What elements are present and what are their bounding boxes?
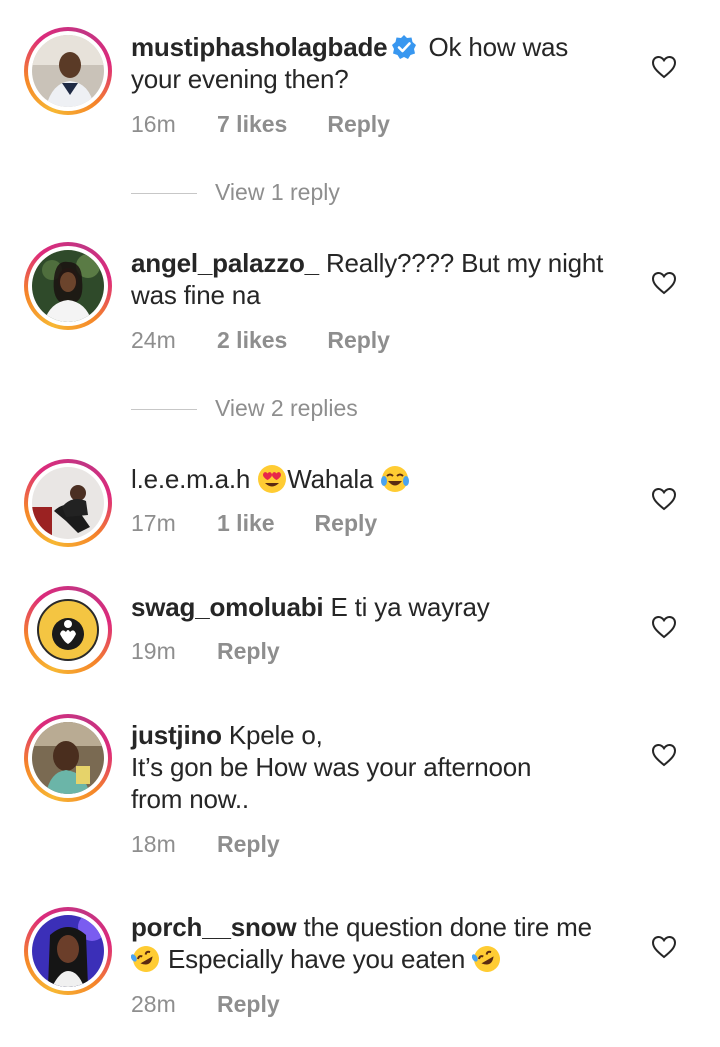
comment-text: porch__snow the question done tire me Es… [131,911,631,975]
reply-button[interactable]: Reply [217,830,280,858]
avatar[interactable] [24,242,112,330]
comment-body: Especially have you eaten [168,944,466,974]
comment-body: the question done tire me [303,912,592,942]
username[interactable]: porch__snow [131,912,297,942]
avatar[interactable] [24,586,112,674]
reply-button[interactable]: Reply [327,110,390,138]
likes-count[interactable]: 7 likes [217,110,287,138]
divider [131,409,197,411]
heart-outline-icon[interactable] [651,615,677,639]
timestamp: 28m [131,991,176,1017]
heart-outline-icon[interactable] [651,743,677,767]
username[interactable]: mustiphasholagbade [131,32,388,62]
comment-meta: 24m 2 likes Reply [131,326,390,354]
username[interactable]: l.e.e.m.a.h [131,464,250,494]
comment-text: justjino Kpele o, It’s gon be How was yo… [131,719,631,815]
rolling-on-floor-laughing-emoji [472,946,501,972]
comment-meta: 19m Reply [131,637,280,665]
timestamp: 24m [131,327,176,353]
view-replies-label: View 1 reply [215,179,340,205]
username[interactable]: angel_palazzo_ [131,248,319,278]
divider [131,193,197,195]
comment-text: angel_palazzo_ Really???? But my night w… [131,247,631,311]
comment-body: from now.. [131,784,249,814]
comment-body: your evening then? [131,64,349,94]
rolling-on-floor-laughing-emoji [131,946,159,972]
avatar[interactable] [24,714,112,802]
avatar[interactable] [24,27,112,115]
comment-body: was fine na [131,280,261,310]
comment-meta: 18m Reply [131,830,280,858]
likes-count[interactable]: 2 likes [217,326,287,354]
comment-body: Really???? But my night [325,248,604,278]
likes-count[interactable]: 1 like [217,509,275,537]
comment-body: Kpele o, [228,720,323,750]
timestamp: 19m [131,638,176,664]
verified-badge-icon [392,35,417,59]
comment-meta: 17m 1 like Reply [131,509,377,537]
comment-meta: 28m Reply [131,990,280,1018]
reply-button[interactable]: Reply [217,990,280,1018]
comment-body: It’s gon be How was your afternoon [131,752,532,782]
heart-outline-icon[interactable] [651,271,677,295]
reply-button[interactable]: Reply [217,637,280,665]
timestamp: 17m [131,510,176,536]
heart-outline-icon[interactable] [651,935,677,959]
view-replies-button[interactable]: View 1 reply [131,178,340,206]
view-replies-button[interactable]: View 2 replies [131,394,358,422]
tears-of-joy-emoji [381,466,410,492]
heart-outline-icon[interactable] [651,55,677,79]
comment-body: E ti ya wayray [330,592,490,622]
comment-text: l.e.e.m.a.h Wahala [131,463,631,495]
heart-outline-icon[interactable] [651,487,677,511]
username[interactable]: justjino [131,720,222,750]
comment-body: Wahala [287,464,374,494]
comment-body: Ok how was [428,32,569,62]
timestamp: 16m [131,111,176,137]
reply-button[interactable]: Reply [315,509,378,537]
comment-text: mustiphasholagbade Ok how was your eveni… [131,31,631,95]
avatar[interactable] [24,459,112,547]
comment-meta: 16m 7 likes Reply [131,110,390,138]
reply-button[interactable]: Reply [327,326,390,354]
username[interactable]: swag_omoluabi [131,592,324,622]
view-replies-label: View 2 replies [215,395,358,421]
heart-eyes-emoji [258,465,287,493]
avatar[interactable] [24,907,112,995]
comment-text: swag_omoluabi E ti ya wayray [131,591,631,623]
timestamp: 18m [131,831,176,857]
